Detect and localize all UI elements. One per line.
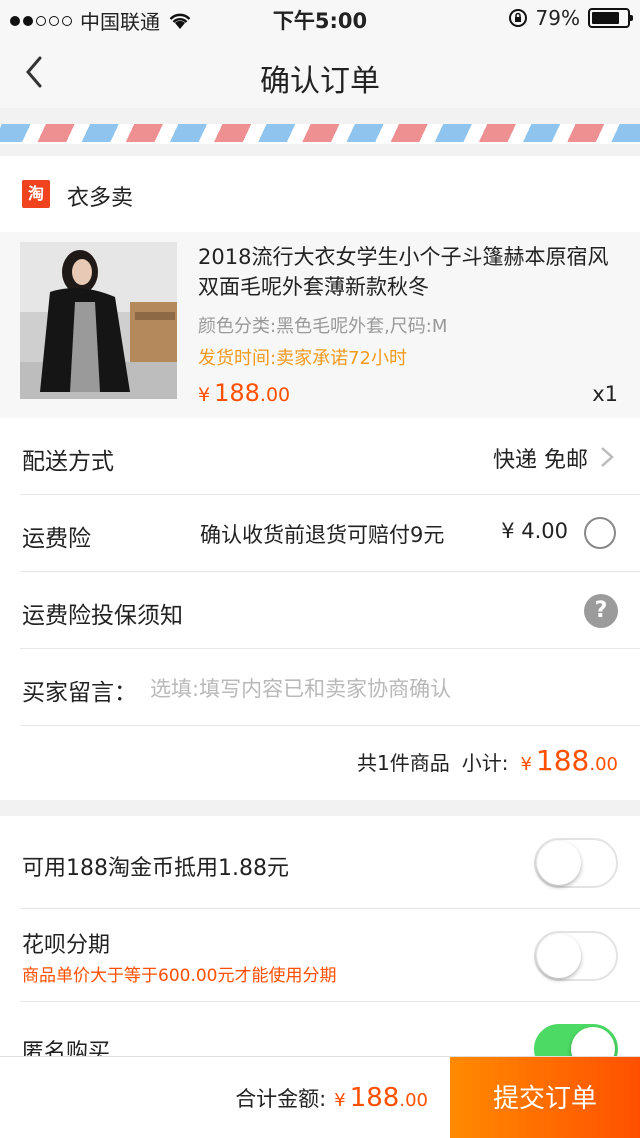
order-confirm-screen: 中国联通 下午5:00 79% 确认订单 淘 衣多卖 2018流行大衣女学生小个… bbox=[0, 0, 640, 1138]
price-integer: 188 bbox=[214, 379, 260, 407]
huabei-toggle[interactable] bbox=[534, 931, 618, 981]
delivery-label: 配送方式 bbox=[22, 449, 114, 475]
battery-level-fill bbox=[592, 12, 619, 24]
insurance-radio[interactable] bbox=[584, 517, 616, 549]
product-shipping-time: 发货时间:卖家承诺72小时 bbox=[198, 348, 407, 369]
insurance-label: 运费险 bbox=[22, 526, 91, 552]
delivery-value: 快递 免邮 bbox=[493, 448, 588, 473]
toggle-knob bbox=[537, 934, 581, 978]
product-thumbnail bbox=[20, 242, 177, 399]
coins-toggle[interactable] bbox=[534, 838, 618, 888]
nav-bar: 确认订单 bbox=[0, 36, 640, 108]
huabei-label: 花呗分期 bbox=[22, 933, 111, 958]
item-count: 共1件商品 bbox=[356, 751, 450, 775]
battery-percent: 79% bbox=[535, 6, 580, 30]
address-divider-stripe bbox=[0, 124, 640, 142]
buyer-message-row: 买家留言： 选填:填写内容已和卖家协商确认 bbox=[20, 649, 640, 726]
shop-name: 衣多卖 bbox=[67, 186, 134, 211]
rotation-lock-icon bbox=[508, 9, 527, 27]
status-bar: 中国联通 下午5:00 79% bbox=[0, 0, 640, 36]
product-photo-image bbox=[20, 242, 177, 399]
total-decimal: .00 bbox=[399, 1090, 428, 1111]
huabei-note: 商品单价大于等于600.00元才能使用分期 bbox=[22, 966, 337, 986]
coins-label: 可用188淘金币抵用1.88元 bbox=[22, 856, 289, 881]
status-right: 79% bbox=[508, 6, 633, 30]
coins-option-row: 可用188淘金币抵用1.88元 bbox=[20, 816, 640, 909]
checkout-footer: 合计金额: ¥188.00 提交订单 bbox=[0, 1056, 640, 1138]
total-amount: ¥188.00 bbox=[334, 1083, 428, 1113]
product-title: 2018流行大衣女学生小个子斗篷赫本原宿风双面毛呢外套薄新款秋冬 bbox=[198, 245, 609, 299]
buyer-message-label: 买家留言： bbox=[22, 680, 137, 706]
product-item[interactable]: 2018流行大衣女学生小个子斗篷赫本原宿风双面毛呢外套薄新款秋冬 颜色分类:黑色… bbox=[0, 232, 640, 418]
toggle-knob bbox=[537, 841, 581, 885]
taobao-shop-icon: 淘 bbox=[22, 180, 50, 208]
price-decimal: .00 bbox=[259, 384, 291, 406]
page-title: 确认订单 bbox=[260, 64, 380, 99]
total-label: 合计金额: bbox=[235, 1087, 327, 1111]
currency-symbol: ¥ bbox=[198, 384, 211, 406]
subtotal-integer: 188 bbox=[535, 744, 590, 777]
subtotal: 共1件商品 小计: ¥188.00 bbox=[357, 744, 618, 777]
shipping-insurance-row: 运费险 确认收货前退货可赔付9元 ¥ 4.00 bbox=[20, 495, 640, 572]
subtotal-decimal: .00 bbox=[589, 754, 618, 775]
insurance-notice-label: 运费险投保须知 bbox=[22, 603, 183, 629]
product-quantity: x1 bbox=[592, 382, 618, 406]
product-spec: 颜色分类:黑色毛呢外套,尺码:M bbox=[198, 316, 448, 337]
subtotal-row: 共1件商品 小计: ¥188.00 bbox=[20, 726, 640, 803]
buyer-message-input[interactable]: 选填:填写内容已和卖家协商确认 bbox=[150, 673, 451, 703]
insurance-description: 确认收货前退货可赔付9元 bbox=[200, 523, 445, 547]
delivery-method-row[interactable]: 配送方式 快递 免邮 bbox=[20, 418, 640, 495]
submit-order-button[interactable]: 提交订单 bbox=[450, 1057, 640, 1138]
currency-symbol: ¥ bbox=[334, 1090, 346, 1111]
insurance-price: ¥ 4.00 bbox=[501, 519, 568, 543]
question-mark-icon[interactable]: ? bbox=[584, 594, 618, 628]
chevron-right-icon bbox=[601, 447, 614, 467]
total-integer: 188 bbox=[349, 1083, 400, 1113]
order-details: 配送方式 快递 免邮 运费险 确认收货前退货可赔付9元 ¥ 4.00 运费险投保… bbox=[0, 418, 640, 800]
subtotal-amount: ¥188.00 bbox=[520, 744, 618, 777]
subtotal-label: 小计: bbox=[461, 751, 509, 775]
huabei-option-row: 花呗分期 商品单价大于等于600.00元才能使用分期 bbox=[20, 909, 640, 1002]
insurance-notice-row[interactable]: 运费险投保须知 ? bbox=[20, 572, 640, 649]
total: 合计金额: ¥188.00 bbox=[235, 1083, 428, 1113]
currency-symbol: ¥ bbox=[520, 754, 532, 775]
battery-icon bbox=[588, 8, 633, 28]
shop-header[interactable]: 淘 衣多卖 bbox=[0, 156, 640, 232]
product-price: ¥188.00 bbox=[198, 379, 290, 407]
